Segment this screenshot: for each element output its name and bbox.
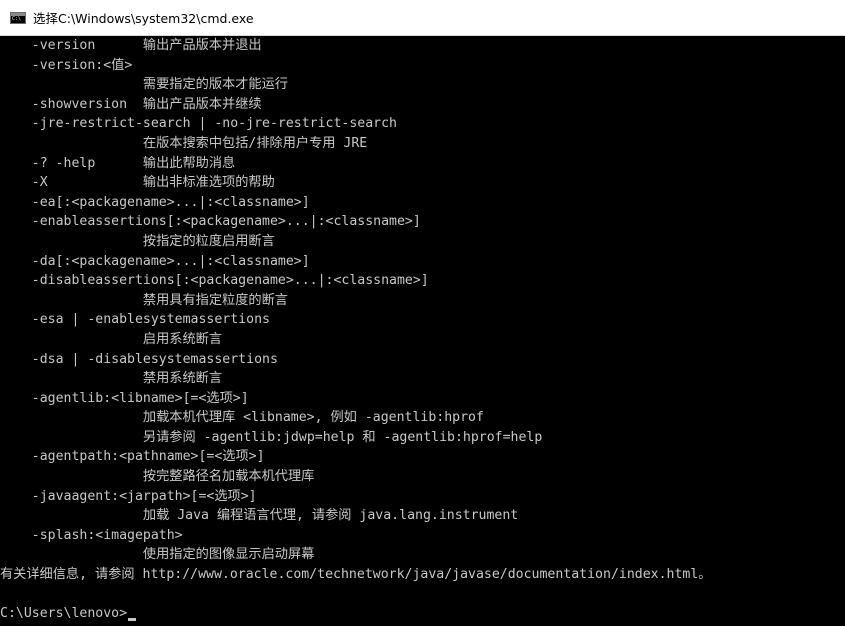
- window-title: 选择C:\Windows\system32\cmd.exe: [33, 11, 254, 26]
- console-lines: -version 输出产品版本并退出 -version:<值> 需要指定的版本才…: [0, 36, 711, 585]
- console-line: 加载本机代理库 <libname>, 例如 -agentlib:hprof: [0, 410, 484, 426]
- console-line: -disableassertions[:<packagename>...|:<c…: [0, 273, 429, 289]
- console-line: 禁用具有指定粒度的断言: [0, 292, 288, 308]
- console-line: -ea[:<packagename>...|:<classname>]: [0, 194, 310, 210]
- console-line: 另请参阅 -agentlib:jdwp=help 和 -agentlib:hpr…: [0, 429, 543, 445]
- console-line: -dsa | -disablesystemassertions: [0, 351, 278, 367]
- console-output[interactable]: -version 输出产品版本并退出 -version:<值> 需要指定的版本才…: [0, 36, 845, 626]
- console-line: 需要指定的版本才能运行: [0, 77, 288, 93]
- console-line: 在版本搜索中包括/排除用户专用 JRE: [0, 135, 368, 151]
- console-line: 使用指定的图像显示启动屏幕: [0, 547, 315, 563]
- console-line: 按完整路径名加载本机代理库: [0, 469, 315, 485]
- console-line: 按指定的粒度启用断言: [0, 233, 275, 249]
- prompt-text: C:\Users\lenovo>: [0, 606, 128, 621]
- cmd-window: 选择C:\Windows\system32\cmd.exe -version 输…: [0, 0, 845, 626]
- text-cursor: [128, 618, 137, 621]
- console-line: -agentlib:<libname>[=<选项>]: [0, 390, 249, 406]
- command-prompt[interactable]: C:\Users\lenovo>: [0, 604, 137, 623]
- console-line: 禁用系统断言: [0, 371, 223, 387]
- console-line: -esa | -enablesystemassertions: [0, 312, 270, 328]
- console-line: 加载 Java 编程语言代理, 请参阅 java.lang.instrument: [0, 508, 519, 524]
- console-line: -javaagent:<jarpath>[=<选项>]: [0, 488, 257, 504]
- console-line: -showversion 输出产品版本并继续: [0, 96, 262, 112]
- console-line: -version 输出产品版本并退出: [0, 38, 262, 53]
- console-line: -jre-restrict-search | -no-jre-restrict-…: [0, 116, 397, 132]
- console-line: -da[:<packagename>...|:<classname>]: [0, 253, 310, 269]
- console-line: -agentpath:<pathname>[=<选项>]: [0, 449, 265, 465]
- cmd-icon[interactable]: [10, 11, 26, 24]
- console-line: 有关详细信息, 请参阅 http://www.oracle.com/techne…: [0, 567, 712, 583]
- console-line: -version:<值>: [0, 57, 133, 73]
- console-line: -? -help 输出此帮助消息: [0, 155, 236, 171]
- console-line: -X 输出非标准选项的帮助: [0, 175, 275, 191]
- title-bar[interactable]: 选择C:\Windows\system32\cmd.exe: [0, 0, 845, 36]
- console-line: -splash:<imagepath>: [0, 527, 183, 543]
- console-line: -enableassertions[:<packagename>...|:<cl…: [0, 214, 421, 230]
- console-line: 启用系统断言: [0, 331, 223, 347]
